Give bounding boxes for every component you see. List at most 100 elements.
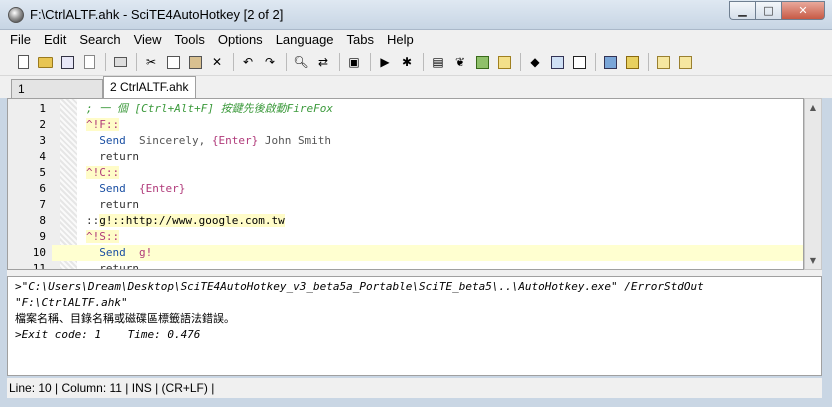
line-number: 11	[8, 261, 52, 269]
monitor-icon[interactable]	[570, 53, 588, 71]
toolbar-separator	[136, 53, 137, 71]
code-line[interactable]: 4 return	[8, 149, 803, 165]
app-icon[interactable]	[8, 7, 24, 23]
toolbar-separator	[370, 53, 371, 71]
compile-icon[interactable]: ▣	[345, 53, 363, 71]
print-icon[interactable]	[111, 53, 129, 71]
status-text: Line: 10 | Column: 11 | INS | (CR+LF) |	[9, 381, 215, 395]
code-text: return	[86, 149, 139, 165]
open-icon[interactable]	[36, 53, 54, 71]
code-token: Send	[99, 134, 126, 147]
minimize-button[interactable]: ▁	[729, 1, 755, 20]
menu-tabs[interactable]: Tabs	[347, 32, 374, 47]
code-token: ; 一 個 [Ctrl+Alt+F] 按鍵先後啟動FireFox	[86, 102, 333, 115]
output-line: >Exit code: 1 Time: 0.476	[15, 328, 201, 341]
settings-icon[interactable]	[623, 53, 641, 71]
menu-file[interactable]: File	[10, 32, 31, 47]
code-line[interactable]: 1 ; 一 個 [Ctrl+Alt+F] 按鍵先後啟動FireFox	[8, 101, 803, 117]
code-line[interactable]: 2 ^!F::	[8, 117, 803, 133]
scroll-up-icon[interactable]: ▲	[805, 99, 821, 116]
tab-bar: 1 CtrlALTF.ahk 2 CtrlALTF.ahk	[0, 76, 832, 110]
output-line: >"C:\Users\Dream\Desktop\SciTE4AutoHotke…	[15, 280, 704, 293]
line-number: 5	[8, 165, 52, 181]
text-a-icon[interactable]	[473, 53, 491, 71]
debug-icon[interactable]: ✱	[398, 53, 416, 71]
code-token: ^!S::	[86, 230, 120, 243]
delete-icon[interactable]: ✕	[208, 53, 226, 71]
output-pane[interactable]: >"C:\Users\Dream\Desktop\SciTE4AutoHotke…	[7, 276, 822, 376]
code-text: ^!F::	[86, 117, 120, 133]
cut-icon[interactable]: ✂	[142, 53, 160, 71]
code-token: {Enter}	[211, 134, 259, 147]
code-editor[interactable]: 1 ; 一 個 [Ctrl+Alt+F] 按鍵先後啟動FireFox2 ^!F:: 3…	[7, 98, 804, 270]
window-spy-icon[interactable]	[548, 53, 566, 71]
menu-search[interactable]: Search	[79, 32, 120, 47]
toolbar-separator	[595, 53, 596, 71]
code-token: Sincerely,	[125, 134, 212, 147]
undo-icon[interactable]: ↶	[239, 53, 257, 71]
code-line[interactable]: 11 return	[8, 261, 803, 270]
save-icon[interactable]	[58, 53, 76, 71]
paste-icon[interactable]	[186, 53, 204, 71]
leaf-icon[interactable]: ❦	[451, 53, 469, 71]
code-line[interactable]: 8::g!::http://www.google.com.tw	[8, 213, 803, 229]
code-text: return	[86, 261, 139, 270]
code-line[interactable]: 5 ^!C::	[8, 165, 803, 181]
tab-file-2[interactable]: 2 CtrlALTF.ahk	[103, 76, 196, 98]
code-token: {Enter}	[139, 182, 186, 195]
output-line: 檔案名稱、目錄名稱或磁碟區標籤語法錯誤。	[15, 312, 235, 325]
notes-icon[interactable]	[495, 53, 513, 71]
toolbar-separator	[520, 53, 521, 71]
script-props-icon[interactable]: ▤	[429, 53, 447, 71]
menu-options[interactable]: Options	[218, 32, 263, 47]
new-icon[interactable]	[14, 53, 32, 71]
notepad-icon[interactable]	[654, 53, 672, 71]
menu-tools[interactable]: Tools	[175, 32, 205, 47]
toolbar-separator	[233, 53, 234, 71]
code-token: ::	[86, 214, 100, 227]
menu-edit[interactable]: Edit	[44, 32, 66, 47]
menu-help[interactable]: Help	[387, 32, 414, 47]
code-line[interactable]: 3 Send Sincerely, {Enter} John Smith	[8, 133, 803, 149]
menu-bar: File Edit Search View Tools Options Lang…	[0, 30, 832, 49]
tab-file-1[interactable]: 1 CtrlALTF.ahk	[11, 79, 103, 110]
code-token: g!	[125, 246, 153, 259]
copy-icon[interactable]	[164, 53, 182, 71]
code-token: John Smith	[258, 134, 332, 147]
cube-icon[interactable]: ◆	[526, 53, 544, 71]
line-number: 6	[8, 181, 52, 197]
maximize-button[interactable]: □	[755, 1, 781, 20]
editor-scrollbar[interactable]: ▲ ▼	[804, 98, 822, 270]
code-token: return	[99, 262, 139, 270]
menu-language[interactable]: Language	[276, 32, 334, 47]
line-number: 1	[8, 101, 52, 117]
window-controls: ▁ □ ✕	[729, 1, 825, 20]
window-title: F:\CtrlALTF.ahk - SciTE4AutoHotkey [2 of…	[30, 7, 284, 22]
scroll-down-icon[interactable]: ▼	[805, 252, 821, 269]
close-button[interactable]: ✕	[781, 1, 825, 20]
line-number: 3	[8, 133, 52, 149]
run-icon[interactable]: ▶	[376, 53, 394, 71]
notepad2-icon[interactable]	[676, 53, 694, 71]
close-file-icon[interactable]	[80, 53, 98, 71]
code-line[interactable]: 10 Send g!	[8, 245, 803, 261]
redo-icon[interactable]: ↷	[261, 53, 279, 71]
code-line[interactable]: 9 ^!S::	[8, 229, 803, 245]
line-number: 7	[8, 197, 52, 213]
code-text: Send g!	[86, 245, 152, 261]
code-token: Send	[99, 246, 126, 259]
code-line[interactable]: 6 Send {Enter}	[8, 181, 803, 197]
image-icon[interactable]	[601, 53, 619, 71]
menu-view[interactable]: View	[134, 32, 162, 47]
line-number: 2	[8, 117, 52, 133]
code-text: ::g!::http://www.google.com.tw	[86, 213, 285, 229]
replace-icon[interactable]: ⇄	[314, 53, 332, 71]
status-bar: Line: 10 | Column: 11 | INS | (CR+LF) |	[7, 378, 822, 398]
code-line[interactable]: 7 return	[8, 197, 803, 213]
toolbar-separator	[423, 53, 424, 71]
find-icon[interactable]: 🔍︎	[292, 53, 310, 71]
